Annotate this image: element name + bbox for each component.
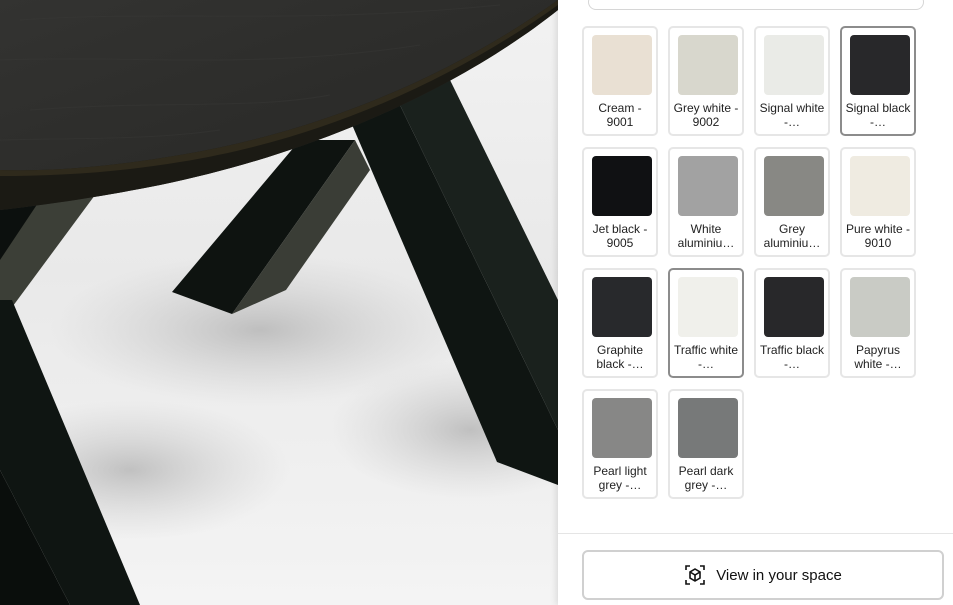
color-swatch-label: Pure white - 9010 [845, 222, 911, 250]
color-chip [678, 398, 738, 458]
color-swatch[interactable]: Pearl light grey -… [582, 389, 658, 499]
color-chip [764, 156, 824, 216]
color-swatch-label: Graphite black -… [596, 343, 644, 371]
color-swatch[interactable]: Signal black -… [840, 26, 916, 136]
color-swatch[interactable]: Traffic white -… [668, 268, 744, 378]
color-swatch[interactable]: Pearl dark grey -… [668, 389, 744, 499]
color-chip [678, 156, 738, 216]
color-chip [764, 35, 824, 95]
color-swatch[interactable]: Traffic black -… [754, 268, 830, 378]
color-chip [764, 277, 824, 337]
color-swatch-label: Papyrus white -… [854, 343, 902, 371]
color-swatch[interactable]: Graphite black -… [582, 268, 658, 378]
color-swatch[interactable]: Jet black - 9005 [582, 147, 658, 257]
view-in-your-space-button[interactable]: View in your space [582, 550, 944, 600]
color-swatch-label: Pearl light grey -… [593, 464, 647, 492]
table-render [0, 0, 558, 605]
color-chip [592, 156, 652, 216]
color-chip [592, 35, 652, 95]
configurator-panel: Cream - 9001 Grey white - 9002 Signal whit… [558, 0, 953, 605]
color-swatch-label: Jet black - 9005 [592, 222, 648, 250]
color-swatch[interactable]: Pure white - 9010 [840, 147, 916, 257]
divider [558, 533, 953, 534]
ar-cube-icon [684, 564, 706, 586]
color-swatch[interactable]: White aluminiu… [668, 147, 744, 257]
color-chip [850, 277, 910, 337]
color-swatch-label: Traffic black -… [759, 343, 825, 371]
color-swatch-label: Pearl dark grey -… [678, 464, 734, 492]
color-swatch[interactable]: Papyrus white -… [840, 268, 916, 378]
color-swatch-label: Signal white -… [759, 101, 825, 129]
color-swatch-label: White aluminiu… [677, 222, 735, 250]
color-swatch-label: Cream - 9001 [598, 101, 642, 129]
color-chip [850, 35, 910, 95]
product-3d-viewer[interactable] [0, 0, 558, 605]
color-swatch-label: Signal black -… [845, 101, 911, 129]
dropdown-edge[interactable] [588, 0, 924, 10]
color-swatch[interactable]: Grey aluminiu… [754, 147, 830, 257]
color-swatch-label: Grey aluminiu… [763, 222, 821, 250]
color-chip [850, 156, 910, 216]
color-swatch[interactable]: Grey white - 9002 [668, 26, 744, 136]
color-swatch-label: Grey white - 9002 [673, 101, 739, 129]
color-chip [678, 35, 738, 95]
color-swatch[interactable]: Signal white -… [754, 26, 830, 136]
color-chip [592, 277, 652, 337]
color-swatch[interactable]: Cream - 9001 [582, 26, 658, 136]
color-chip [678, 277, 738, 337]
color-swatch-label: Traffic white -… [673, 343, 739, 371]
view-in-your-space-label: View in your space [716, 566, 842, 584]
color-chip [592, 398, 652, 458]
